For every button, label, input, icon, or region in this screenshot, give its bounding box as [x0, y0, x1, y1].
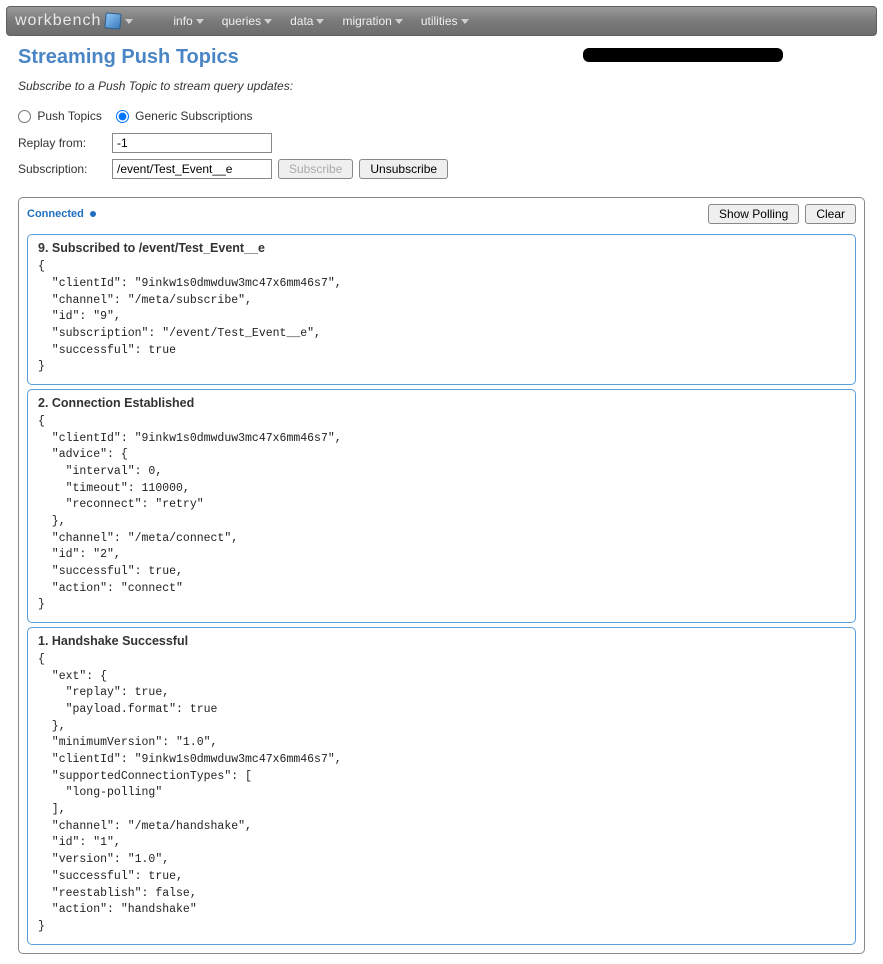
message-title: 2. Connection Established — [38, 396, 845, 410]
show-polling-button[interactable]: Show Polling — [708, 204, 799, 224]
messages-list: 9. Subscribed to /event/Test_Event__e { "… — [23, 234, 860, 944]
radio-generic-subscriptions-input[interactable] — [116, 110, 129, 123]
message-body: { "clientId": "9inkw1s0dmwduw3mc47x6mm46… — [38, 414, 845, 614]
cube-icon — [105, 12, 122, 29]
replay-input[interactable] — [112, 133, 272, 153]
caret-icon — [264, 19, 272, 24]
connection-status: Connected — [27, 208, 96, 220]
subscription-label: Subscription: — [18, 162, 106, 176]
nav-info[interactable]: info — [173, 14, 203, 28]
nav-queries[interactable]: queries — [222, 14, 272, 28]
caret-icon — [196, 19, 204, 24]
caret-icon — [316, 19, 324, 24]
caret-icon — [461, 19, 469, 24]
nav-items: info queries data migration utilities — [173, 14, 468, 28]
nav-migration[interactable]: migration — [342, 14, 402, 28]
unsubscribe-button[interactable]: Unsubscribe — [359, 159, 448, 179]
brand-text: workbench — [15, 12, 101, 30]
subscribe-button[interactable]: Subscribe — [278, 159, 353, 179]
clear-button[interactable]: Clear — [805, 204, 856, 224]
radio-generic-subscriptions[interactable]: Generic Subscriptions — [116, 109, 253, 123]
redacted-user-info — [583, 48, 783, 62]
message-body: { "clientId": "9inkw1s0dmwduw3mc47x6mm46… — [38, 259, 845, 376]
status-dot-icon — [90, 211, 96, 217]
radio-push-topics[interactable]: Push Topics — [18, 109, 102, 123]
message-card: 9. Subscribed to /event/Test_Event__e { "… — [27, 234, 856, 385]
nav-data[interactable]: data — [290, 14, 324, 28]
subscription-type-group: Push Topics Generic Subscriptions — [18, 109, 865, 123]
top-nav: workbench info queries data migration ut… — [6, 6, 877, 36]
replay-label: Replay from: — [18, 136, 106, 150]
stream-header: Connected Show Polling Clear — [23, 202, 860, 230]
subscription-input[interactable] — [112, 159, 272, 179]
message-title: 1. Handshake Successful — [38, 634, 845, 648]
intro-text: Subscribe to a Push Topic to stream quer… — [18, 79, 865, 93]
message-title: 9. Subscribed to /event/Test_Event__e — [38, 241, 845, 255]
brand: workbench — [15, 12, 133, 30]
nav-utilities[interactable]: utilities — [421, 14, 469, 28]
message-body: { "ext": { "replay": true, "payload.form… — [38, 652, 845, 935]
stream-container: Connected Show Polling Clear 9. Subscrib… — [18, 197, 865, 953]
message-card: 2. Connection Established { "clientId": "… — [27, 389, 856, 623]
brand-caret-icon[interactable] — [125, 19, 133, 24]
radio-push-topics-input[interactable] — [18, 110, 31, 123]
message-card: 1. Handshake Successful { "ext": { "repla… — [27, 627, 856, 944]
caret-icon — [395, 19, 403, 24]
